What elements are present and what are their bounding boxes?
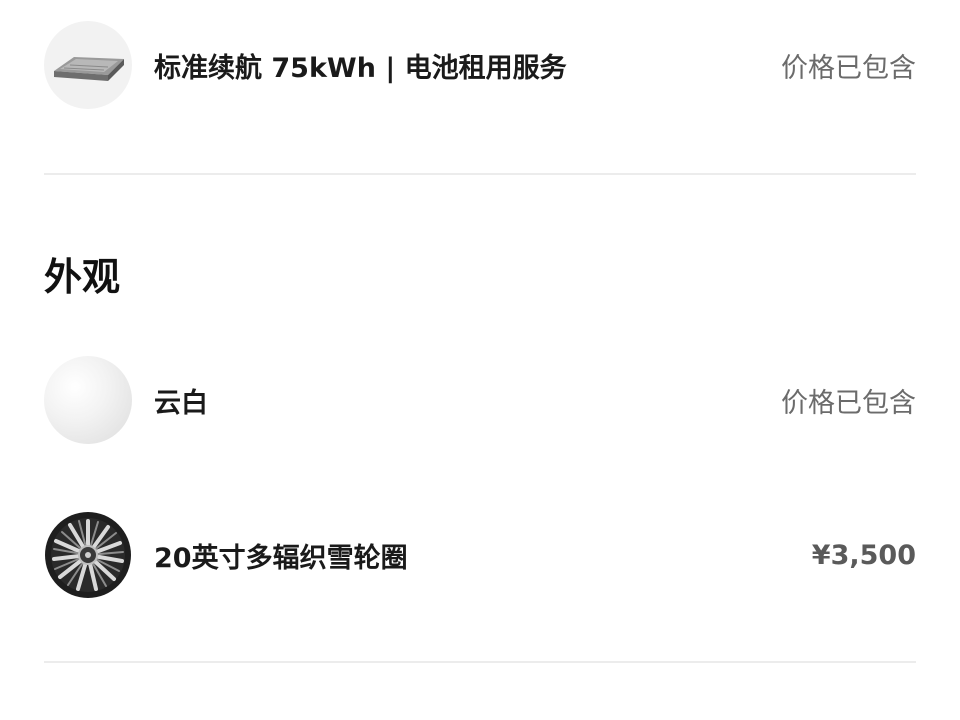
paint-swatch-icon (44, 356, 132, 444)
exterior-color-label: 云白 (154, 387, 208, 419)
exterior-color-price: 价格已包含 (781, 387, 916, 419)
wheel-option-row: 20英寸多辐织雪轮圈 ¥3,500 (44, 510, 916, 600)
battery-pack-icon (44, 21, 132, 109)
wheel-option-price: ¥3,500 (811, 539, 916, 571)
battery-option-price: 价格已包含 (781, 52, 916, 84)
section-divider-bottom (44, 661, 916, 663)
wheel-rim-icon (44, 511, 132, 599)
wheel-option-label: 20英寸多辐织雪轮圈 (154, 542, 408, 574)
exterior-section-title: 外观 (44, 255, 121, 299)
section-divider (44, 173, 916, 175)
battery-option-label: 标准续航 75kWh | 电池租用服务 (154, 52, 567, 84)
exterior-color-row: 云白 价格已包含 (44, 355, 916, 445)
battery-option-row: 标准续航 75kWh | 电池租用服务 价格已包含 (44, 20, 916, 110)
